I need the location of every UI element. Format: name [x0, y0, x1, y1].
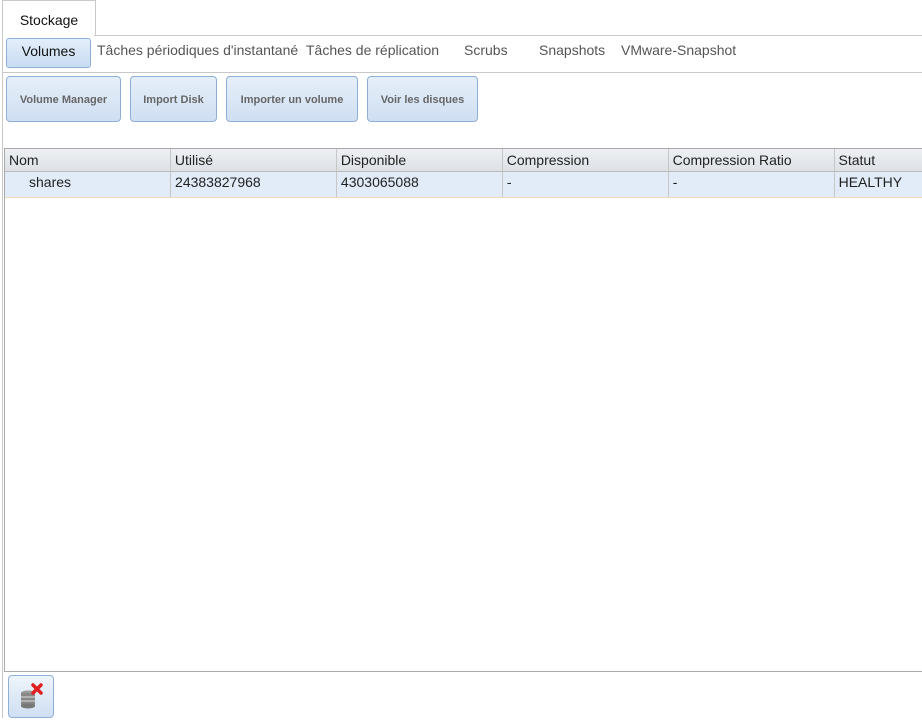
import-disk-button[interactable]: Import Disk	[130, 76, 217, 122]
divider	[2, 72, 922, 73]
table-header: Nom Utilisé Disponible Compression Compr…	[5, 149, 922, 172]
tab-stockage[interactable]: Stockage	[2, 0, 96, 36]
column-header-compression-ratio[interactable]: Compression Ratio	[669, 149, 835, 171]
delete-volume-button[interactable]	[8, 675, 54, 718]
divider	[94, 35, 922, 36]
cell-disponible: 4303065088	[337, 172, 503, 197]
subtab-scrubs[interactable]: Scrubs	[464, 38, 508, 66]
subtab-vmware-snapshot[interactable]: VMware-Snapshot	[621, 38, 736, 66]
subtab-periodic-snapshots[interactable]: Tâches périodiques d'instantané	[97, 38, 298, 66]
volumes-table: Nom Utilisé Disponible Compression Compr…	[4, 148, 922, 672]
column-header-disponible[interactable]: Disponible	[337, 149, 503, 171]
divider	[2, 35, 3, 718]
delete-volume-icon	[21, 683, 43, 709]
column-header-compression[interactable]: Compression	[503, 149, 669, 171]
subtab-volumes[interactable]: Volumes	[6, 38, 91, 68]
column-header-utilise[interactable]: Utilisé	[171, 149, 337, 171]
cell-nom: shares	[5, 172, 172, 197]
column-header-statut[interactable]: Statut	[835, 149, 922, 171]
cell-compression: -	[503, 172, 669, 197]
subtab-snapshots[interactable]: Snapshots	[539, 38, 605, 66]
view-disks-button[interactable]: Voir les disques	[367, 76, 478, 122]
cell-utilise: 24383827968	[171, 172, 337, 197]
cell-compression-ratio: -	[669, 172, 835, 197]
subtab-replication[interactable]: Tâches de réplication	[306, 38, 439, 66]
import-volume-button[interactable]: Importer un volume	[226, 76, 358, 122]
volume-manager-button[interactable]: Volume Manager	[6, 76, 121, 122]
cell-statut: HEALTHY	[835, 172, 922, 197]
table-row[interactable]: shares 24383827968 4303065088 - - HEALTH…	[5, 172, 922, 198]
column-header-nom[interactable]: Nom	[5, 149, 171, 171]
